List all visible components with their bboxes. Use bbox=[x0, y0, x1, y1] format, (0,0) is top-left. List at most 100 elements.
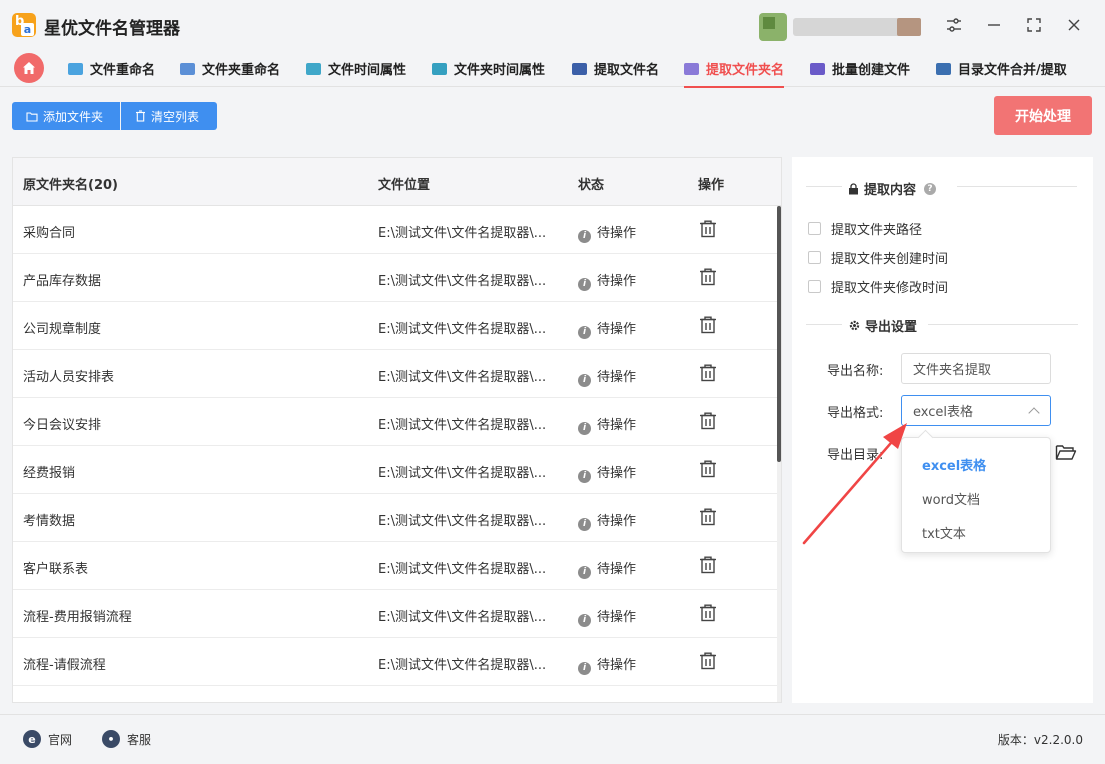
add-folder-button[interactable]: 添加文件夹 bbox=[12, 102, 120, 130]
table-row[interactable]: 采购合同 E:\测试文件\文件名提取器\... i 待操作 bbox=[13, 206, 777, 254]
export-name-label: 导出名称: bbox=[827, 364, 884, 379]
table-row[interactable]: 经费报销 E:\测试文件\文件名提取器\... i 待操作 bbox=[13, 446, 777, 494]
tab-extract-filename[interactable]: 提取文件名 bbox=[572, 50, 659, 87]
folder-location: E:\测试文件\文件名提取器\... bbox=[378, 562, 547, 577]
checkbox[interactable] bbox=[808, 280, 821, 293]
table-row[interactable]: 产品库存数据 E:\测试文件\文件名提取器\... i 待操作 bbox=[13, 254, 777, 302]
delete-icon[interactable] bbox=[698, 219, 718, 239]
checkbox[interactable] bbox=[808, 251, 821, 264]
table-row[interactable]: 客户联系表 E:\测试文件\文件名提取器\... i 待操作 bbox=[13, 542, 777, 590]
folder-name: 经费报销 bbox=[23, 466, 76, 481]
extract-foldername-icon bbox=[684, 62, 699, 75]
delete-icon[interactable] bbox=[698, 315, 718, 335]
table-header: 原文件夹名(20) 文件位置 状态 操作 bbox=[13, 158, 781, 206]
chevron-up-icon bbox=[1028, 407, 1040, 419]
tab-bar: 文件重命名 文件夹重命名 文件时间属性 文件夹时间属性 提取文件名 提取文件夹名… bbox=[0, 50, 1105, 88]
user-avatar[interactable] bbox=[759, 13, 787, 41]
status-cell: i 待操作 bbox=[578, 270, 636, 291]
extract-content-title: 提取内容 ? bbox=[848, 179, 937, 198]
export-format-select[interactable]: excel表格 bbox=[901, 395, 1051, 426]
info-icon: i bbox=[578, 373, 591, 387]
option-folder-created[interactable]: 提取文件夹创建时间 bbox=[808, 248, 948, 267]
folder-location: E:\测试文件\文件名提取器\... bbox=[378, 418, 547, 433]
info-icon: i bbox=[578, 565, 591, 579]
help-icon[interactable]: ? bbox=[924, 182, 937, 195]
home-button[interactable] bbox=[14, 53, 44, 83]
close-icon[interactable] bbox=[1061, 12, 1087, 38]
folder-name: 采购合同 bbox=[23, 226, 76, 241]
status-cell: i 待操作 bbox=[578, 510, 636, 531]
folder-location: E:\测试文件\文件名提取器\... bbox=[378, 610, 547, 625]
folder-open-icon[interactable] bbox=[1055, 443, 1077, 461]
info-icon: i bbox=[578, 421, 591, 435]
tab-file-time[interactable]: 文件时间属性 bbox=[306, 50, 406, 87]
folder-table: 原文件夹名(20) 文件位置 状态 操作 采购合同 E:\测试文件\文件名提取器\… bbox=[12, 157, 782, 703]
website-link[interactable]: e 官网 bbox=[23, 730, 72, 748]
info-icon: i bbox=[578, 613, 591, 627]
folder-location: E:\测试文件\文件名提取器\... bbox=[378, 370, 547, 385]
minimize-icon[interactable] bbox=[981, 12, 1007, 38]
info-icon: i bbox=[578, 517, 591, 531]
tab-file-rename[interactable]: 文件重命名 bbox=[68, 50, 155, 87]
info-icon: i bbox=[578, 277, 591, 291]
table-row[interactable]: 今日会议安排 E:\测试文件\文件名提取器\... i 待操作 bbox=[13, 398, 777, 446]
status-cell: i 待操作 bbox=[578, 606, 636, 627]
customer-service-link[interactable]: • 客服 bbox=[102, 730, 151, 748]
maximize-icon[interactable] bbox=[1021, 12, 1047, 38]
format-option-txt[interactable]: txt文本 bbox=[922, 523, 966, 542]
app-title: 星优文件名管理器 bbox=[44, 19, 180, 39]
tab-folder-rename[interactable]: 文件夹重命名 bbox=[180, 50, 280, 87]
settings-icon[interactable] bbox=[941, 12, 967, 38]
tab-dir-merge[interactable]: 目录文件合并/提取 bbox=[936, 50, 1067, 87]
settings-panel: 提取内容 ? 提取文件夹路径 提取文件夹创建时间 提取文件夹修改时间 导出设置 … bbox=[792, 157, 1093, 703]
table-scrollbar-thumb[interactable] bbox=[777, 206, 781, 462]
table-row[interactable]: 流程-请假流程 E:\测试文件\文件名提取器\... i 待操作 bbox=[13, 638, 777, 686]
delete-icon[interactable] bbox=[698, 555, 718, 575]
header-name: 原文件夹名(20) bbox=[23, 178, 118, 193]
table-row[interactable]: 公司规章制度 E:\测试文件\文件名提取器\... i 待操作 bbox=[13, 302, 777, 350]
file-rename-icon bbox=[68, 62, 83, 75]
folder-location: E:\测试文件\文件名提取器\... bbox=[378, 226, 547, 241]
delete-icon[interactable] bbox=[698, 507, 718, 527]
folder-name: 产品库存数据 bbox=[23, 274, 102, 289]
tab-folder-time[interactable]: 文件夹时间属性 bbox=[432, 50, 545, 87]
delete-icon[interactable] bbox=[698, 459, 718, 479]
table-row[interactable]: 考情数据 E:\测试文件\文件名提取器\... i 待操作 bbox=[13, 494, 777, 542]
table-row[interactable]: 活动人员安排表 E:\测试文件\文件名提取器\... i 待操作 bbox=[13, 350, 777, 398]
folder-location: E:\测试文件\文件名提取器\... bbox=[378, 466, 547, 481]
start-process-button[interactable]: 开始处理 bbox=[994, 96, 1092, 135]
option-folder-modified[interactable]: 提取文件夹修改时间 bbox=[808, 277, 948, 296]
divider bbox=[957, 186, 1077, 187]
footer: e 官网 • 客服 版本：v2.2.0.0 bbox=[0, 714, 1105, 764]
status-cell: i 待操作 bbox=[578, 558, 636, 579]
tab-extract-foldername[interactable]: 提取文件夹名 bbox=[684, 50, 785, 88]
format-dropdown: excel表格 word文档 txt文本 bbox=[901, 437, 1051, 553]
export-dir-label: 导出目录: bbox=[827, 448, 884, 463]
folder-location: E:\测试文件\文件名提取器\... bbox=[378, 274, 547, 289]
delete-icon[interactable] bbox=[698, 363, 718, 383]
delete-icon[interactable] bbox=[698, 651, 718, 671]
delete-icon[interactable] bbox=[698, 603, 718, 623]
delete-icon[interactable] bbox=[698, 267, 718, 287]
format-option-word[interactable]: word文档 bbox=[922, 489, 980, 508]
username-blurred bbox=[793, 18, 921, 36]
header-status: 状态 bbox=[578, 178, 605, 193]
option-folder-path[interactable]: 提取文件夹路径 bbox=[808, 219, 922, 238]
tab-batch-create[interactable]: 批量创建文件 bbox=[810, 50, 910, 87]
divider bbox=[928, 324, 1078, 325]
batch-create-icon bbox=[810, 62, 825, 75]
clear-list-button[interactable]: 清空列表 bbox=[121, 102, 217, 130]
ie-icon: e bbox=[23, 730, 41, 748]
status-cell: i 待操作 bbox=[578, 318, 636, 339]
folder-name: 考情数据 bbox=[23, 514, 76, 529]
checkbox[interactable] bbox=[808, 222, 821, 235]
folder-location: E:\测试文件\文件名提取器\... bbox=[378, 322, 547, 337]
status-cell: i 待操作 bbox=[578, 462, 636, 483]
delete-icon[interactable] bbox=[698, 411, 718, 431]
dir-merge-icon bbox=[936, 62, 951, 75]
divider bbox=[806, 186, 842, 187]
format-option-excel[interactable]: excel表格 bbox=[922, 455, 986, 474]
home-icon bbox=[23, 62, 35, 74]
export-name-input[interactable]: 文件夹名提取 bbox=[901, 353, 1051, 384]
table-row[interactable]: 流程-费用报销流程 E:\测试文件\文件名提取器\... i 待操作 bbox=[13, 590, 777, 638]
